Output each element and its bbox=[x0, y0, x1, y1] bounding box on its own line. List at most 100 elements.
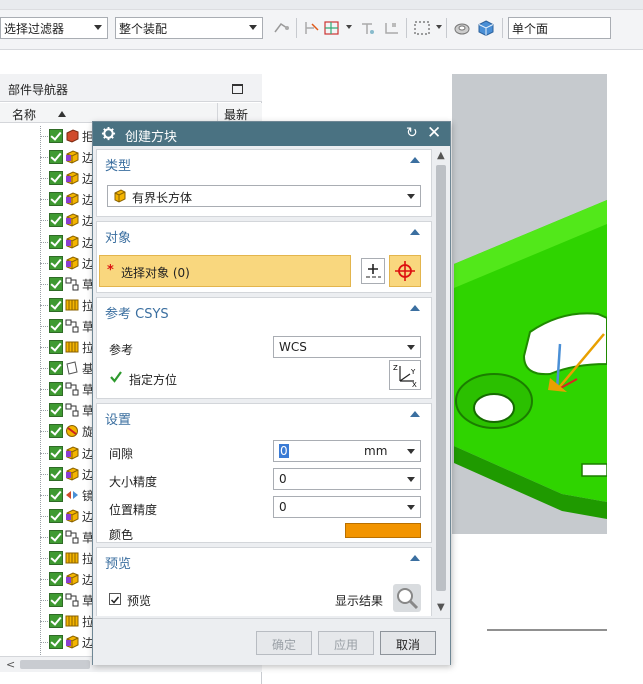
tree-row[interactable]: 拉 bbox=[40, 337, 100, 357]
visibility-checkbox[interactable] bbox=[49, 572, 63, 587]
visibility-checkbox[interactable] bbox=[49, 551, 63, 565]
tree-row[interactable]: 边 bbox=[40, 253, 100, 273]
sort-ascending-icon[interactable] bbox=[58, 111, 66, 117]
reference-dropdown[interactable]: WCS bbox=[273, 336, 421, 358]
object-group-header[interactable]: 对象 bbox=[105, 227, 131, 246]
collapse-icon[interactable] bbox=[410, 305, 420, 311]
tree-row[interactable]: 草 bbox=[40, 316, 100, 336]
tree-row[interactable]: 拉 bbox=[40, 548, 100, 568]
shaded-cube-icon[interactable] bbox=[476, 18, 496, 38]
tree-row[interactable]: 草 bbox=[40, 400, 100, 420]
tree-row[interactable]: 草 bbox=[40, 274, 100, 294]
visibility-checkbox[interactable] bbox=[49, 403, 63, 418]
reset-icon[interactable]: ↻ bbox=[406, 125, 418, 141]
visibility-checkbox[interactable] bbox=[49, 361, 63, 376]
visibility-checkbox[interactable] bbox=[49, 276, 63, 291]
point-snap-icon[interactable] bbox=[302, 18, 322, 38]
preview-checkbox[interactable] bbox=[109, 593, 121, 605]
tree-row[interactable]: 镜 bbox=[40, 485, 100, 505]
maximize-icon[interactable] bbox=[232, 84, 243, 94]
snap-midpoint-icon[interactable] bbox=[382, 18, 402, 38]
type-group-header[interactable]: 类型 bbox=[105, 155, 131, 174]
scroll-left-icon[interactable]: < bbox=[6, 658, 15, 671]
selection-filter-dropdown[interactable]: 选择过滤器 bbox=[0, 17, 108, 39]
visibility-checkbox[interactable] bbox=[49, 529, 63, 544]
tree-row[interactable]: 边 bbox=[40, 189, 100, 209]
visibility-checkbox[interactable] bbox=[49, 424, 63, 439]
visibility-checkbox[interactable] bbox=[49, 635, 63, 650]
tree-row[interactable]: 边 bbox=[40, 232, 100, 252]
collapse-icon[interactable] bbox=[410, 157, 420, 163]
scroll-thumb[interactable] bbox=[436, 165, 446, 591]
csys-dialog-button[interactable]: Z Y X bbox=[389, 360, 421, 390]
visibility-checkbox[interactable] bbox=[49, 340, 63, 354]
visibility-checkbox[interactable] bbox=[49, 234, 63, 249]
face-rule-dropdown[interactable]: 单个面 bbox=[508, 17, 611, 39]
tree-row[interactable]: 边 bbox=[40, 506, 100, 526]
tree-row[interactable]: 边 bbox=[40, 632, 100, 652]
scroll-down-icon[interactable]: ▼ bbox=[437, 602, 445, 613]
visibility-checkbox[interactable] bbox=[49, 255, 63, 270]
visibility-checkbox[interactable] bbox=[49, 487, 63, 502]
preview-group-header[interactable]: 预览 bbox=[105, 553, 131, 572]
dialog-vertical-scrollbar[interactable]: ▲ ▼ bbox=[433, 147, 450, 616]
color-swatch[interactable] bbox=[345, 523, 421, 538]
csys-group-header[interactable]: 参考 CSYS bbox=[105, 303, 169, 322]
visibility-checkbox[interactable] bbox=[49, 593, 63, 608]
tree-row[interactable]: 草 bbox=[40, 527, 100, 547]
tree-row[interactable]: 旋 bbox=[40, 421, 100, 441]
cancel-button[interactable]: 取消 bbox=[380, 631, 436, 655]
column-name-header[interactable]: 名称 bbox=[12, 106, 36, 123]
close-icon[interactable]: ✕ bbox=[427, 123, 441, 143]
tree-row[interactable]: 草 bbox=[40, 379, 100, 399]
tree-row[interactable]: 基 bbox=[40, 358, 100, 378]
ok-button[interactable]: 确定 bbox=[256, 631, 312, 655]
point-dialog-button[interactable] bbox=[389, 255, 421, 287]
position-precision-dropdown[interactable]: 0 bbox=[273, 496, 421, 518]
visibility-checkbox[interactable] bbox=[49, 129, 63, 143]
assembly-scope-dropdown[interactable]: 整个装配 bbox=[115, 17, 263, 39]
clearance-input[interactable]: 0 mm bbox=[273, 440, 421, 462]
add-object-button[interactable] bbox=[361, 258, 385, 284]
visibility-checkbox[interactable] bbox=[49, 382, 63, 397]
scroll-thumb[interactable] bbox=[20, 660, 90, 669]
visibility-checkbox[interactable] bbox=[49, 150, 63, 165]
settings-group-header[interactable]: 设置 bbox=[105, 409, 131, 428]
collapse-icon[interactable] bbox=[410, 229, 420, 235]
tree-row[interactable]: 边 bbox=[40, 210, 100, 230]
show-result-button[interactable] bbox=[393, 584, 421, 612]
collapse-icon[interactable] bbox=[410, 411, 420, 417]
chevron-down-icon[interactable] bbox=[436, 25, 442, 29]
visibility-checkbox[interactable] bbox=[49, 192, 63, 207]
visibility-checkbox[interactable] bbox=[49, 614, 63, 629]
visibility-checkbox[interactable] bbox=[49, 466, 63, 481]
tree-row[interactable]: 拒 bbox=[40, 126, 100, 146]
visibility-checkbox[interactable] bbox=[49, 171, 63, 186]
visibility-checkbox[interactable] bbox=[49, 508, 63, 523]
visibility-checkbox[interactable] bbox=[49, 445, 63, 460]
select-object-row[interactable]: * 选择对象 (0) bbox=[99, 255, 351, 287]
size-precision-dropdown[interactable]: 0 bbox=[273, 468, 421, 490]
snap-point-icon[interactable] bbox=[272, 18, 292, 38]
apply-button[interactable]: 应用 bbox=[318, 631, 374, 655]
tree-row[interactable]: 拉 bbox=[40, 611, 100, 631]
tree-row[interactable]: 拉 bbox=[40, 295, 100, 315]
tree-row[interactable]: 边 bbox=[40, 168, 100, 188]
snap-grid-icon[interactable] bbox=[322, 18, 342, 38]
tree-row[interactable]: 边 bbox=[40, 147, 100, 167]
tree-row[interactable]: 边 bbox=[40, 569, 100, 589]
scroll-up-icon[interactable]: ▲ bbox=[437, 150, 445, 161]
visibility-checkbox[interactable] bbox=[49, 318, 63, 333]
collapse-icon[interactable] bbox=[410, 555, 420, 561]
tree-row[interactable]: 边 bbox=[40, 464, 100, 484]
render-style-icon[interactable] bbox=[452, 18, 472, 38]
tree-row[interactable]: 边 bbox=[40, 443, 100, 463]
dialog-titlebar[interactable]: 创建方块 ↻ ✕ bbox=[93, 122, 450, 146]
chevron-down-icon[interactable] bbox=[346, 25, 352, 29]
visibility-checkbox[interactable] bbox=[49, 297, 63, 312]
box-select-icon[interactable] bbox=[412, 18, 432, 38]
visibility-checkbox[interactable] bbox=[49, 213, 63, 228]
block-type-dropdown[interactable]: 有界长方体 bbox=[107, 185, 421, 207]
snap-endpoint-icon[interactable] bbox=[358, 18, 378, 38]
tree-row[interactable]: 草 bbox=[40, 590, 100, 610]
